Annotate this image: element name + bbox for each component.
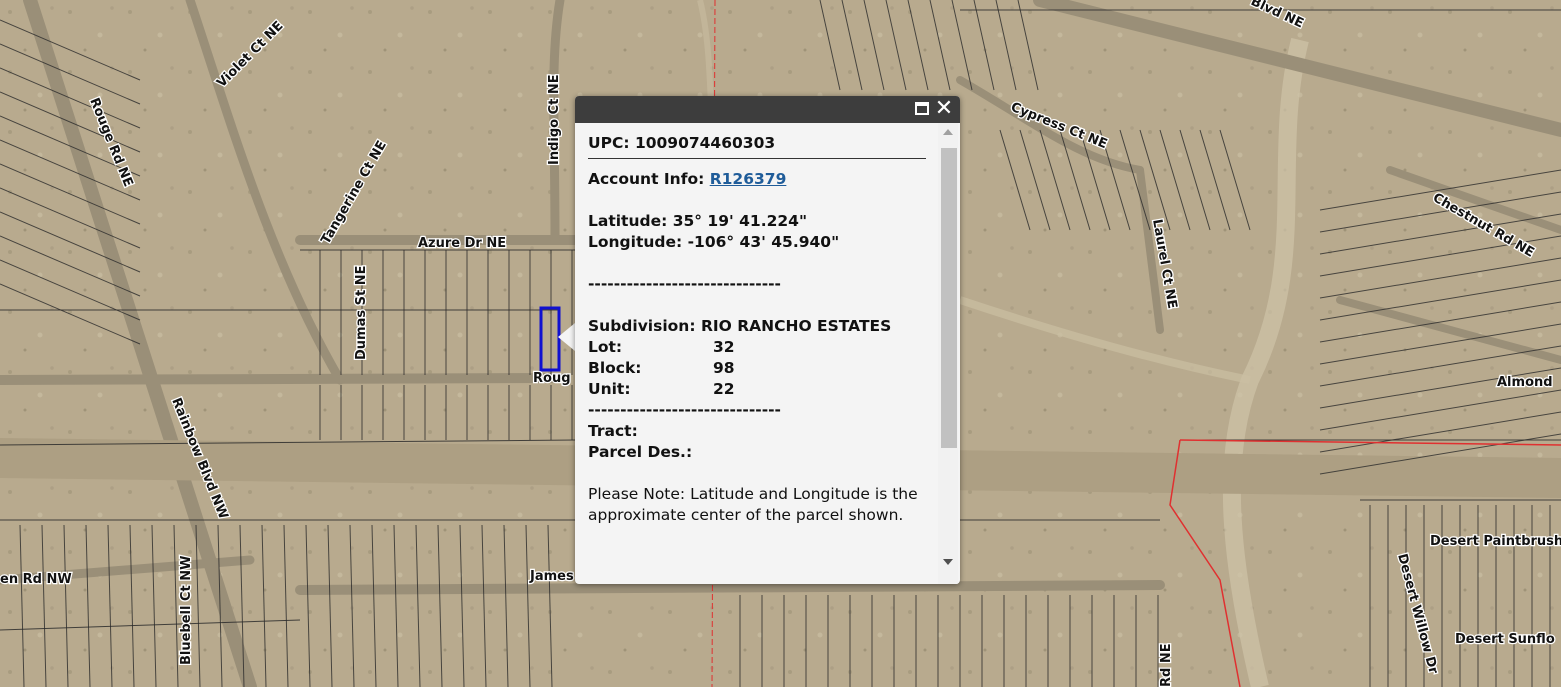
lot-value: 32 <box>713 338 735 356</box>
divider-line <box>588 158 926 159</box>
account-label: Account Info: <box>588 170 705 188</box>
lot-row: Lot: 32 <box>588 337 937 358</box>
tract-label: Tract: <box>588 422 638 440</box>
popup-header: ✕ <box>575 96 960 123</box>
unit-label: Unit: <box>588 380 631 398</box>
road-label: Roug <box>533 371 571 386</box>
longitude-label: Longitude: <box>588 233 683 251</box>
lot-label: Lot: <box>588 338 623 356</box>
popup-scrollbar[interactable] <box>938 123 958 584</box>
popup-content[interactable]: UPC: 1009074460303 Account Info: R126379… <box>575 123 937 584</box>
dash-divider: ------------------------------ <box>588 275 781 293</box>
close-icon[interactable]: ✕ <box>933 97 955 121</box>
upc-line: UPC: 1009074460303 <box>588 133 937 154</box>
block-row: Block: 98 <box>588 358 937 379</box>
parcel-des-label: Parcel Des.: <box>588 443 693 461</box>
latitude-value: 35° 19' 41.224" <box>672 212 808 230</box>
road-label: Azure Dr NE <box>418 236 506 251</box>
road-label: Desert Sunflo <box>1455 632 1555 647</box>
road-label: Indigo Ct NE <box>547 74 562 165</box>
block-value: 98 <box>713 359 735 377</box>
upc-value: 1009074460303 <box>634 134 776 152</box>
maximize-icon[interactable] <box>915 102 929 115</box>
road-label: James <box>529 569 574 584</box>
longitude-line: Longitude: -106° 43' 45.940" <box>588 232 937 253</box>
dash-divider: ------------------------------ <box>588 401 781 419</box>
road-label: Bluebell Ct NW <box>179 556 194 666</box>
subdivision-line: Subdivision: RIO RANCHO ESTATES <box>588 316 937 337</box>
block-label: Block: <box>588 359 642 377</box>
parcel-info-popup: ✕ UPC: 1009074460303 Account Info: R1263… <box>575 96 960 584</box>
location-note: Please Note: Latitude and Longitude is t… <box>588 485 918 524</box>
scroll-thumb[interactable] <box>941 148 957 448</box>
road-label: Almond <box>1497 375 1553 390</box>
account-link[interactable]: R126379 <box>710 170 787 188</box>
subdivision-label: Subdivision: <box>588 317 696 335</box>
road-label: Dumas St NE <box>354 266 369 361</box>
popup-pointer <box>558 323 575 351</box>
latitude-line: Latitude: 35° 19' 41.224" <box>588 211 937 232</box>
longitude-value: -106° 43' 45.940" <box>687 233 840 251</box>
scroll-up-icon[interactable] <box>943 129 953 135</box>
unit-value: 22 <box>713 380 735 398</box>
account-line: Account Info: R126379 <box>588 169 937 190</box>
scroll-down-icon[interactable] <box>943 559 953 565</box>
road-label: en Rd NW <box>0 572 72 587</box>
subdivision-value: RIO RANCHO ESTATES <box>700 317 892 335</box>
upc-label: UPC: <box>588 134 630 152</box>
latitude-label: Latitude: <box>588 212 668 230</box>
unit-row: Unit: 22 <box>588 379 937 400</box>
road-label: Rd NE <box>1159 643 1174 687</box>
road-label: Desert Paintbrush <box>1430 534 1561 549</box>
